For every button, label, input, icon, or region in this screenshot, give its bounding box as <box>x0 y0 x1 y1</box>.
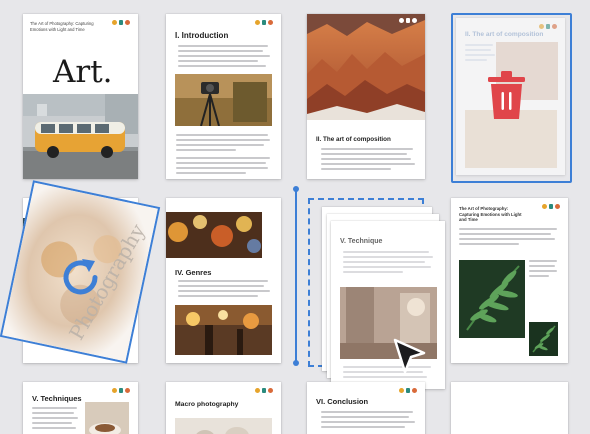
macro-photo <box>175 418 272 434</box>
page-heading: II. The art of composition <box>316 136 391 143</box>
page-heading-small: The Art of Photography: Capturing Emotio… <box>459 206 522 222</box>
page-heading: V. Technique <box>340 238 383 245</box>
page-thumbnail-cover[interactable]: The Art of Photography: Capturing Emotio… <box>23 14 138 179</box>
cover-title: Art. <box>53 54 113 90</box>
page-organizer: The Art of Photography: Capturing Emotio… <box>0 0 590 434</box>
brand-logo-icon <box>112 20 131 28</box>
page-heading: VI. Conclusion <box>316 397 369 406</box>
page-thumbnail-technique-dragged[interactable]: V. Technique <box>331 221 445 389</box>
page-thumbnail-conclusion[interactable]: VI. Conclusion <box>307 382 425 434</box>
fern-photo-large <box>459 260 525 338</box>
page-heading: IV. Genres <box>175 268 212 277</box>
page-thumbnail-macro[interactable]: Macro photography <box>166 382 281 434</box>
street-night-photo <box>175 305 272 355</box>
bokeh-photo <box>166 212 262 258</box>
page-thumbnail-techniques[interactable]: V. Techniques <box>23 382 138 434</box>
page-heading: II. The art of composition <box>465 31 544 38</box>
page-thumbnail-introduction[interactable]: I. Introduction <box>166 14 281 179</box>
page-thumbnail-blank[interactable] <box>451 382 568 434</box>
page-heading: V. Techniques <box>32 394 82 403</box>
coffee-cup-photo <box>85 402 129 434</box>
brand-logo-icon <box>112 388 131 396</box>
camera-tripod-photo <box>175 74 272 126</box>
brand-logo-icon <box>255 20 274 28</box>
page-thumbnail-composition[interactable]: II. The art of composition <box>307 14 425 179</box>
brand-logo-icon <box>399 18 418 26</box>
brand-logo-icon <box>255 388 274 396</box>
fern-photo-small <box>529 322 558 356</box>
page-thumbnail-fern[interactable]: The Art of Photography: Capturing Emotio… <box>451 198 568 363</box>
page-heading: Macro photography <box>175 401 239 408</box>
brand-logo-icon <box>542 204 561 212</box>
page-heading: I. Introduction <box>175 31 229 40</box>
canyon-photo <box>307 14 425 120</box>
rotate-icon[interactable] <box>58 255 103 300</box>
cover-subtitle: The Art of Photography: Capturing Emotio… <box>30 21 94 32</box>
trash-icon[interactable] <box>488 71 525 119</box>
brand-logo-icon <box>399 388 418 396</box>
page-thumbnail-genres[interactable]: IV. Genres <box>166 198 281 363</box>
insertion-caret <box>293 186 299 366</box>
cursor-arrow-icon <box>393 338 426 374</box>
cover-van-photo <box>23 94 138 179</box>
